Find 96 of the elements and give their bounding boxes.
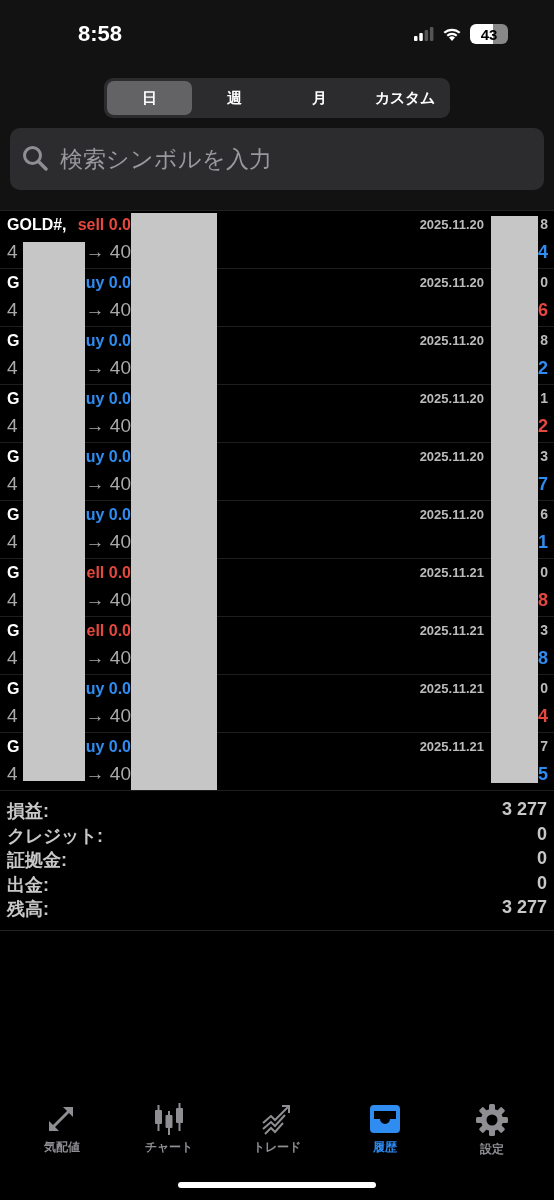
deal-profit: 7 (538, 474, 548, 495)
deal-time: 7 (540, 738, 548, 754)
deal-date: 2025.11.21 (418, 738, 485, 756)
close-price: → 40 (85, 472, 131, 495)
deal-symbol: G (7, 506, 20, 525)
deal-symbol: GOLD#, (7, 216, 67, 235)
deal-profit: 2 (538, 358, 548, 379)
deal-time: 1 (540, 390, 548, 406)
deal-time: 0 (540, 564, 548, 580)
tab-bar-item[interactable]: 気配値 (16, 1103, 107, 1158)
open-price: 4 (7, 298, 18, 321)
summary-label: 残高: (7, 898, 49, 921)
deal-type: sell 0.0 (77, 216, 131, 235)
deal-profit: 8 (538, 648, 548, 669)
open-price: 4 (7, 588, 18, 611)
deal-symbol: G (7, 564, 20, 583)
summary-label: 証拠金: (7, 849, 67, 872)
deal-date: 2025.11.20 (418, 448, 485, 466)
wifi-icon (442, 27, 462, 41)
deal-time: 8 (540, 332, 548, 348)
tab-bar-item[interactable]: トレード (232, 1103, 322, 1158)
period-tab[interactable]: 月 (277, 81, 362, 115)
deal-symbol: G (7, 332, 20, 351)
deal-time: 3 (540, 622, 548, 638)
deal-time: 0 (540, 274, 548, 290)
close-price: → 40 (85, 298, 131, 321)
deal-date: 2025.11.21 (418, 622, 485, 640)
deal-date: 2025.11.20 (418, 506, 485, 524)
deal-time: 6 (540, 506, 548, 522)
summary-value: 3 277 (501, 897, 547, 919)
deal-type: ell 0.0 (86, 564, 131, 583)
summary-value: 0 (537, 872, 547, 895)
summary-value: 3 277 (501, 799, 547, 821)
search-field[interactable]: 検索シンボルを入力 (0, 128, 554, 210)
summary-label: クレジット: (7, 824, 103, 848)
close-price: → 40 (85, 588, 131, 611)
summary-value: 0 (537, 823, 547, 846)
deal-date: 2025.11.20 (418, 216, 485, 234)
deal-date: 2025.11.21 (418, 680, 485, 698)
deal-type: uy 0.0 (85, 680, 131, 699)
deal-type: uy 0.0 (85, 448, 131, 467)
open-price: 4 (7, 472, 18, 495)
summary-value: 0 (537, 848, 547, 870)
deal-time: 0 (540, 680, 548, 696)
deal-symbol: G (7, 680, 20, 699)
close-price: → 40 (85, 646, 131, 669)
close-price: → 40 (85, 356, 131, 379)
deal-date: 2025.11.20 (418, 390, 485, 408)
summary-label: 出金: (7, 873, 49, 897)
deal-type: uy 0.0 (85, 738, 131, 757)
open-price: 4 (7, 240, 18, 263)
deal-profit: 5 (538, 764, 548, 785)
deal-profit: 6 (538, 300, 548, 321)
deal-symbol: G (7, 738, 20, 757)
deal-symbol: G (7, 274, 20, 293)
open-price: 4 (7, 646, 18, 669)
open-price: 4 (7, 704, 18, 727)
deal-time: 3 (540, 448, 548, 464)
period-tab[interactable]: 日 (107, 81, 192, 115)
deal-type: uy 0.0 (85, 332, 131, 351)
deal-type: uy 0.0 (85, 390, 131, 409)
settings-icon (475, 1103, 510, 1137)
deal-date: 2025.11.20 (418, 332, 485, 350)
close-price: → 40 (85, 414, 131, 437)
deal-symbol: G (7, 622, 20, 641)
status-time: 8:58 (78, 21, 123, 47)
inbox-tray-icon (367, 1103, 402, 1135)
deal-time: 8 (540, 216, 548, 232)
tab-bar-item[interactable]: チャート (124, 1103, 215, 1158)
period-tab[interactable]: 週 (192, 81, 277, 115)
deal-type: ell 0.0 (86, 622, 131, 641)
deal-profit: 4 (538, 706, 548, 727)
close-price: → 40 (85, 240, 131, 263)
summary-label: 損益: (7, 800, 49, 823)
deal-symbol: G (7, 448, 20, 467)
deal-date: 2025.11.20 (418, 274, 485, 292)
tab-bar-item[interactable]: 設定 (447, 1103, 538, 1158)
open-price: 4 (7, 414, 18, 437)
deal-profit: 4 (538, 242, 548, 263)
signal-icon (414, 27, 434, 41)
deal-profit: 8 (538, 590, 548, 611)
open-price: 4 (7, 356, 18, 379)
deal-type: uy 0.0 (85, 506, 131, 525)
close-price: → 40 (85, 530, 131, 553)
tab-bar-item[interactable]: 履歴 (339, 1103, 430, 1158)
battery-indicator: 43 (470, 24, 508, 44)
deal-profit: 1 (538, 532, 548, 553)
deal-symbol: G (7, 390, 20, 409)
open-price: 4 (7, 762, 18, 785)
deal-date: 2025.11.21 (418, 564, 485, 582)
close-price: → 40 (85, 704, 131, 727)
deal-profit: 2 (538, 416, 548, 437)
period-tab[interactable]: カスタム (362, 81, 447, 115)
open-price: 4 (7, 530, 18, 553)
close-price: → 40 (85, 762, 131, 785)
deal-type: uy 0.0 (85, 274, 131, 293)
